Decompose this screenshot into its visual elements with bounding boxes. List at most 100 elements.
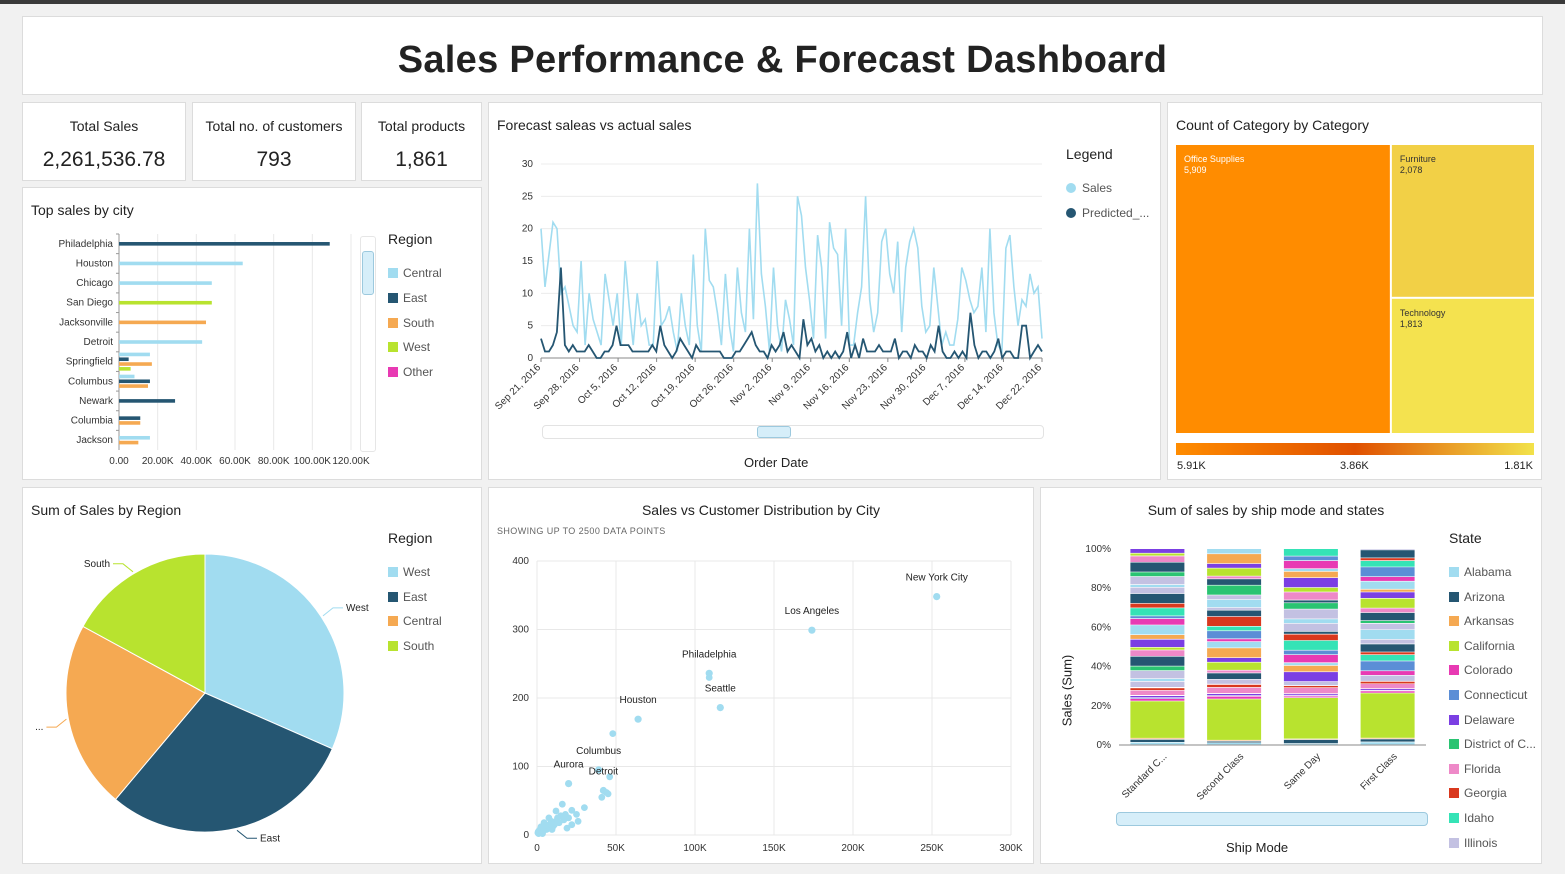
x-tick-label: 100.00K [294, 456, 332, 467]
legend-scrollbar[interactable] [360, 236, 376, 452]
forecast-card[interactable]: Forecast saleas vs actual sales 0 5 10 15 20… [488, 102, 1161, 480]
kpi-total-sales[interactable]: Total Sales 2,261,536.78 [22, 102, 186, 181]
legend-item-west[interactable]: West [388, 565, 430, 579]
legend-swatch [1449, 813, 1459, 823]
stack-segment [1360, 549, 1415, 550]
stack-segment [1283, 665, 1338, 672]
stack-segment [1207, 694, 1262, 696]
stack-segment [1283, 578, 1338, 588]
stack-segment [1283, 743, 1338, 745]
stack-segment [1130, 603, 1185, 608]
stack-segment [1130, 701, 1185, 738]
kpi-total-products[interactable]: Total products 1,861 [361, 102, 482, 181]
kpi-value: 1,861 [395, 148, 448, 171]
kpi-value: 2,261,536.78 [42, 148, 166, 171]
y-tick-label: 5 [527, 321, 533, 332]
legend-item-state[interactable]: Delaware [1449, 713, 1515, 727]
city-label: Jacksonville [59, 317, 113, 328]
legend-item-state[interactable]: Alabama [1449, 565, 1511, 579]
legend-item-state[interactable]: Arkansas [1449, 614, 1514, 628]
stack-segment [1207, 696, 1262, 699]
stack-segment [1207, 673, 1262, 679]
legend-item-west[interactable]: West [388, 340, 430, 354]
y-tick-label: 100 [512, 762, 529, 773]
stack-segment [1360, 620, 1415, 623]
legend-item-central[interactable]: Central [388, 614, 442, 628]
kpi-label: Total Sales [69, 118, 139, 134]
legend-label: Predicted_... [1082, 206, 1150, 220]
y-tick-label: 25 [522, 191, 534, 202]
legend-item-state[interactable]: Idaho [1449, 811, 1494, 825]
stack-segment [1360, 742, 1415, 745]
city-label: Jackson [76, 435, 113, 446]
legend-label: West [403, 340, 431, 354]
date-range-scrollbar[interactable] [542, 425, 1044, 439]
legend-item-state[interactable]: Connecticut [1449, 688, 1527, 702]
legend-label: District of C... [1464, 737, 1537, 752]
ship-mode-states-card[interactable]: Sum of sales by ship mode and states 0% 2… [1040, 487, 1542, 864]
legend-item-state[interactable]: California [1449, 639, 1515, 653]
sales-by-region-card[interactable]: Sum of Sales by Region West East... South … [22, 487, 482, 864]
legend-item-predicted[interactable]: Predicted_... [1066, 206, 1149, 220]
legend-item-east[interactable]: East [388, 291, 427, 305]
stack-segment [1283, 686, 1338, 688]
stack-segment [1207, 576, 1262, 579]
legend-swatch [1449, 714, 1459, 725]
x-axis-title: Order Date [744, 455, 809, 470]
x-tick-label: Same Day [1282, 751, 1323, 792]
x-tick-label: 40.00K [180, 456, 212, 467]
kpi-total-customers[interactable]: Total no. of customers 793 [192, 102, 356, 181]
legend-item-state[interactable]: Arizona [1449, 590, 1505, 604]
y-tick-label: 100% [1085, 544, 1111, 555]
legend-item-east[interactable]: East [388, 590, 427, 604]
legend-item-state[interactable]: Illinois [1449, 836, 1497, 850]
legend-swatch [388, 641, 398, 651]
date-range-thumb[interactable] [757, 426, 791, 438]
legend-swatch [388, 592, 398, 602]
y-tick-label: 10 [522, 288, 534, 299]
stack-segment [1360, 612, 1415, 621]
legend-item-south[interactable]: South [388, 639, 434, 653]
legend-item-state[interactable]: Georgia [1449, 786, 1507, 800]
city-label: Detroit [84, 337, 114, 348]
sales-vs-customers-card[interactable]: Sales vs Customer Distribution by City S… [488, 487, 1034, 864]
legend-scroll-thumb[interactable] [362, 251, 374, 295]
stack-segment [1207, 579, 1262, 585]
scatter-point [599, 786, 607, 795]
stack-segment [1360, 652, 1415, 655]
title-card: Sales Performance & Forecast Dashboard [22, 16, 1543, 95]
legend-item-state[interactable]: District of C... [1449, 737, 1536, 751]
stack-segment [1360, 684, 1415, 689]
legend-item-sales[interactable]: Sales [1066, 181, 1112, 195]
category-treemap-card[interactable]: Count of Category by Category Office Sup… [1167, 102, 1542, 480]
scale-label-mid: 3.86K [1340, 460, 1369, 472]
legend-label: Florida [1464, 761, 1501, 776]
stack-segment [1283, 672, 1338, 682]
stack-segment [1130, 666, 1185, 671]
scatter-point [634, 715, 642, 723]
stack-segment [1207, 626, 1262, 631]
city-label: Chicago [76, 278, 113, 289]
top-sales-by-city-card[interactable]: Top sales by city 0.00 20.00K 40.00K 60.00K… [22, 187, 482, 480]
city-label: Columbus [68, 376, 113, 387]
scatter-point [568, 806, 576, 814]
ship-mode-scrollbar[interactable] [1116, 812, 1428, 826]
legend-label: East [403, 291, 428, 305]
legend-item-state[interactable]: Florida [1449, 762, 1501, 776]
window-top-bar [0, 0, 1565, 4]
bar [119, 357, 129, 362]
legend-item-central[interactable]: Central [388, 266, 442, 280]
treemap-value: 1,813 [1400, 319, 1423, 329]
bar [119, 374, 135, 379]
stack-segment [1130, 619, 1185, 625]
legend-swatch [388, 318, 398, 328]
legend-item-south[interactable]: South [388, 316, 434, 330]
legend-item-other[interactable]: Other [388, 365, 433, 379]
stack-segment [1283, 592, 1338, 600]
legend-item-state[interactable]: Colorado [1449, 663, 1513, 677]
stack-segment [1360, 561, 1415, 567]
bar [119, 261, 243, 266]
scatter-point [933, 593, 941, 601]
bar [119, 352, 150, 357]
stack-segment [1207, 648, 1262, 658]
